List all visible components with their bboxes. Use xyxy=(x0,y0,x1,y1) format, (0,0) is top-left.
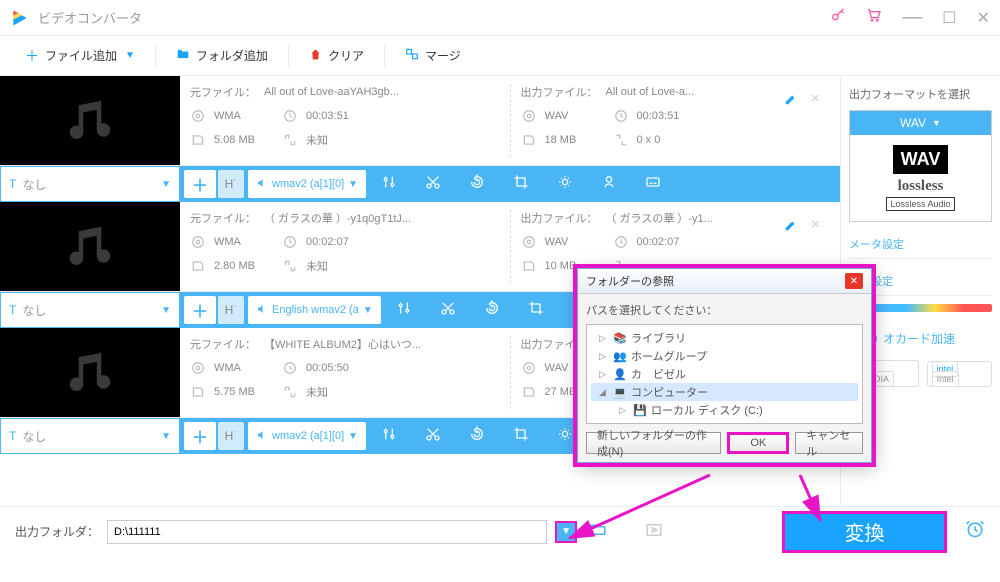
app-title: ビデオコンバータ xyxy=(38,8,142,27)
list-item: 元ファイル：All out of Love-aaYAH3gb... WMA00:… xyxy=(0,76,840,166)
add-track-button[interactable]: ＋ xyxy=(184,170,216,198)
add-track-button[interactable]: ＋ xyxy=(184,422,216,450)
cut-icon[interactable] xyxy=(425,174,441,194)
tree-item[interactable]: ▷📚ライブラリ xyxy=(591,329,858,347)
output-folder-label: 出力フォルダ： xyxy=(15,523,99,540)
settings-icon[interactable] xyxy=(396,300,412,320)
crop-icon[interactable] xyxy=(513,174,529,194)
effect-icon[interactable] xyxy=(557,426,573,446)
cut-icon[interactable] xyxy=(440,300,456,320)
cart-icon[interactable] xyxy=(866,7,882,28)
subtitle-select[interactable]: Tなし▼ xyxy=(0,418,180,454)
format-badge: WAV xyxy=(893,145,949,174)
toolbar: ＋ファイル追加▼ フォルダ追加 クリア マージ xyxy=(0,36,1000,76)
tree-item[interactable]: ▷👤カ ビゼル xyxy=(591,365,858,383)
add-file-button[interactable]: ＋ファイル追加▼ xyxy=(15,41,145,71)
convert-button[interactable]: 変換 xyxy=(782,511,947,553)
cut-icon[interactable] xyxy=(425,426,441,446)
ok-button[interactable]: OK xyxy=(727,432,789,454)
hard-sub-button[interactable]: H˙ xyxy=(218,296,244,324)
alarm-icon[interactable] xyxy=(965,519,985,545)
crop-icon[interactable] xyxy=(513,426,529,446)
browse-folder-dialog: フォルダーの参照 ✕ パスを選択してください： ▷📚ライブラリ▷👥ホームグループ… xyxy=(577,268,872,463)
dialog-titlebar: フォルダーの参照 ✕ xyxy=(578,269,871,294)
tree-item[interactable]: ◢💻コンピューター xyxy=(591,383,858,401)
dialog-prompt: パスを選択してください： xyxy=(586,302,863,318)
effect-icon[interactable] xyxy=(557,174,573,194)
titlebar: ビデオコンバータ — ☐ ✕ xyxy=(0,0,1000,36)
app-logo xyxy=(10,8,30,28)
tree-item[interactable]: ▷👥ホームグループ xyxy=(591,347,858,365)
action-bar: Tなし▼ ＋ H˙ wmav2 (a[1][0]▼ xyxy=(0,166,840,202)
subtitle-select[interactable]: Tなし▼ xyxy=(0,292,180,328)
output-folder-input[interactable] xyxy=(107,520,547,544)
intel-badge: intel Intel xyxy=(927,361,992,387)
hard-sub-button[interactable]: H˙ xyxy=(218,170,244,198)
settings-icon[interactable] xyxy=(381,426,397,446)
format-brand: lossless xyxy=(855,178,986,195)
open-folder-icon[interactable] xyxy=(589,520,607,543)
rotate-icon[interactable] xyxy=(469,426,485,446)
audio-track-select[interactable]: wmav2 (a[1][0]▼ xyxy=(248,422,366,450)
format-box[interactable]: WAV▼ WAV lossless Lossless Audio xyxy=(849,110,992,222)
sidebar-title: 出力フォーマットを選択 xyxy=(849,86,992,102)
close-button[interactable]: ✕ xyxy=(977,8,990,28)
folder-tree[interactable]: ▷📚ライブラリ▷👥ホームグループ▷👤カ ビゼル◢💻コンピューター▷💾ローカル デ… xyxy=(586,324,863,424)
rotate-icon[interactable] xyxy=(484,300,500,320)
new-folder-button[interactable]: 新しいフォルダーの作成(N) xyxy=(586,432,721,454)
hard-sub-button[interactable]: H˙ xyxy=(218,422,244,450)
rotate-icon[interactable] xyxy=(469,174,485,194)
tree-item[interactable]: ▷💾ローカル ディスク (C:) xyxy=(591,401,858,419)
add-folder-button[interactable]: フォルダ追加 xyxy=(166,42,278,69)
minimize-button[interactable]: — xyxy=(902,6,922,29)
format-sub: Lossless Audio xyxy=(886,197,954,211)
merge-button[interactable]: マージ xyxy=(395,42,471,69)
param-settings-link[interactable]: メータ設定 xyxy=(849,230,992,259)
crop-icon[interactable] xyxy=(528,300,544,320)
cancel-button[interactable]: キャンセル xyxy=(795,432,863,454)
key-icon[interactable] xyxy=(830,7,846,28)
settings-icon[interactable] xyxy=(381,174,397,194)
audio-track-select[interactable]: English wmav2 (a▼ xyxy=(248,296,381,324)
subtitle-icon[interactable] xyxy=(645,174,661,194)
bottom-bar: 出力フォルダ： ▼ 変換 xyxy=(0,506,1000,556)
dialog-close-button[interactable]: ✕ xyxy=(845,273,863,289)
thumbnail[interactable] xyxy=(0,76,180,165)
add-track-button[interactable]: ＋ xyxy=(184,296,216,324)
audio-track-select[interactable]: wmav2 (a[1][0]▼ xyxy=(248,170,366,198)
edit-icon[interactable] xyxy=(784,92,798,109)
thumbnail[interactable] xyxy=(0,328,180,417)
remove-icon[interactable]: ✕ xyxy=(811,218,820,231)
maximize-button[interactable]: ☐ xyxy=(942,8,956,28)
screenshot-icon[interactable] xyxy=(645,521,663,542)
edit-icon[interactable] xyxy=(784,218,798,235)
watermark-icon[interactable] xyxy=(601,174,617,194)
clear-button[interactable]: クリア xyxy=(299,42,374,69)
thumbnail[interactable] xyxy=(0,202,180,291)
output-folder-dropdown[interactable]: ▼ xyxy=(555,521,577,543)
subtitle-select[interactable]: Tなし▼ xyxy=(0,166,180,202)
remove-icon[interactable]: ✕ xyxy=(811,92,820,105)
